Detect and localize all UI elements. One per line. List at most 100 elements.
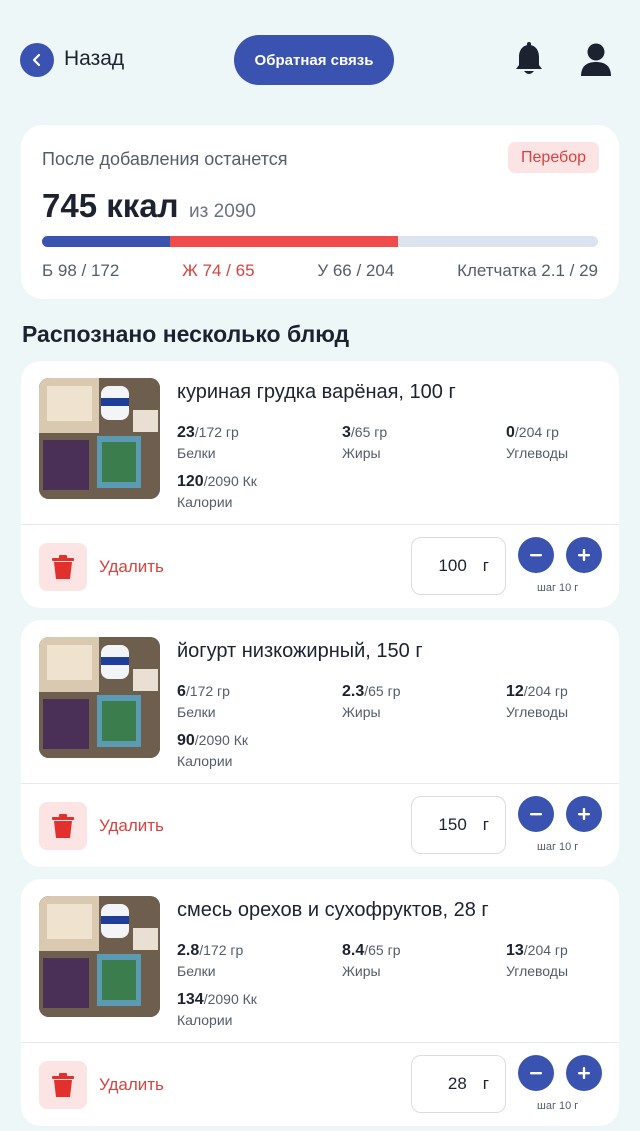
- decrease-button[interactable]: [518, 1055, 554, 1091]
- dish-calories: 90/2090 Кк Калории: [177, 732, 248, 769]
- dish-protein: 2.8/172 гр Белки: [177, 942, 243, 979]
- protein-label: Белки: [177, 445, 216, 461]
- dish-fat: 2.3/65 гр Жиры: [342, 683, 401, 720]
- decrease-button[interactable]: [518, 796, 554, 832]
- delete-label[interactable]: Удалить: [99, 816, 164, 836]
- decrease-button[interactable]: [518, 537, 554, 573]
- protein-label: Белки: [177, 704, 216, 720]
- dish-protein: 23/172 гр Белки: [177, 424, 239, 461]
- quantity-value: 150: [438, 815, 467, 834]
- back-label[interactable]: Назад: [64, 47, 124, 71]
- macro-fiber: Клетчатка 2.1 / 29: [457, 261, 598, 280]
- dish-calories: 120/2090 Кк Калории: [177, 473, 257, 510]
- summary-caption: После добавления останется: [42, 149, 288, 169]
- over-limit-badge: Перебор: [508, 142, 599, 173]
- carbs-goal: /204 гр: [523, 683, 568, 699]
- kcal-goal: /2090 Кк: [194, 732, 249, 748]
- macro-fat: Ж 74 / 65: [182, 261, 255, 280]
- protein-label: Белки: [177, 963, 216, 979]
- header: Назад Обратная связь: [0, 0, 640, 120]
- protein-value: 23: [177, 424, 195, 441]
- protein-goal: /172 гр: [185, 683, 230, 699]
- calories-label: Калории: [177, 494, 233, 510]
- dish-card: смесь орехов и сухофруктов, 28 г 2.8/172…: [21, 879, 619, 1126]
- macro-totals: Б 98 / 172 Ж 74 / 65 У 66 / 204 Клетчатк…: [42, 261, 598, 281]
- dish-photo: [39, 896, 160, 1017]
- user-icon[interactable]: [578, 42, 614, 78]
- calories-label: Калории: [177, 1012, 233, 1028]
- quantity-input[interactable]: 150 г: [411, 796, 506, 854]
- dish-photo: [39, 637, 160, 758]
- fat-goal: /65 гр: [350, 424, 388, 440]
- plus-icon: [578, 549, 590, 561]
- delete-label[interactable]: Удалить: [99, 557, 164, 577]
- trash-icon: [52, 814, 74, 838]
- quantity-input[interactable]: 28 г: [411, 1055, 506, 1113]
- kcal-value: 120: [177, 473, 204, 490]
- dish-carbs: 13/204 гр Углеводы: [506, 942, 568, 979]
- dish-photo: [39, 378, 160, 499]
- fat-label: Жиры: [342, 963, 381, 979]
- carbs-goal: /204 гр: [514, 424, 559, 440]
- fat-value: 3: [342, 424, 351, 441]
- delete-label[interactable]: Удалить: [99, 1075, 164, 1095]
- dish-name: куриная грудка варёная, 100 г: [177, 381, 456, 403]
- carbs-goal: /204 гр: [523, 942, 568, 958]
- protein-value: 2.8: [177, 942, 200, 959]
- kcal-value: 134: [177, 991, 204, 1008]
- dish-fat: 8.4/65 гр Жиры: [342, 942, 401, 979]
- increase-button[interactable]: [566, 796, 602, 832]
- plus-icon: [578, 1067, 590, 1079]
- macro-carbs: У 66 / 204: [317, 261, 395, 280]
- dish-protein: 6/172 гр Белки: [177, 683, 230, 720]
- feedback-button[interactable]: Обратная связь: [234, 35, 394, 85]
- section-title: Распознано несколько блюд: [22, 321, 350, 347]
- bell-icon[interactable]: [512, 42, 546, 78]
- delete-button[interactable]: [39, 802, 87, 850]
- quantity-unit: г: [482, 815, 489, 834]
- dish-name: смесь орехов и сухофруктов, 28 г: [177, 899, 489, 921]
- protein-goal: /172 гр: [199, 942, 244, 958]
- fat-goal: /65 гр: [364, 942, 401, 958]
- dish-carbs: 12/204 гр Углеводы: [506, 683, 568, 720]
- kcal-goal: /2090 Кк: [203, 473, 257, 489]
- dish-calories: 134/2090 Кк Калории: [177, 991, 257, 1028]
- increase-button[interactable]: [566, 537, 602, 573]
- quantity-value: 100: [438, 556, 467, 575]
- kcal-value: 90: [177, 732, 195, 749]
- carbs-label: Углеводы: [506, 704, 569, 720]
- calories-label: Калории: [177, 753, 233, 769]
- dish-carbs: 0/204 гр Углеводы: [506, 424, 568, 461]
- delete-button[interactable]: [39, 543, 87, 591]
- macro-progress-bar: [42, 236, 598, 247]
- carbs-label: Углеводы: [506, 963, 569, 979]
- quantity-unit: г: [482, 556, 489, 575]
- carbs-value: 0: [506, 424, 515, 441]
- carbs-value: 13: [506, 942, 524, 959]
- dish-name: йогурт низкожирный, 150 г: [177, 640, 423, 662]
- divider: [21, 1042, 619, 1043]
- dish-card: йогурт низкожирный, 150 г 6/172 гр Белки…: [21, 620, 619, 867]
- divider: [21, 783, 619, 784]
- divider: [21, 524, 619, 525]
- quantity-unit: г: [482, 1074, 489, 1093]
- quantity-input[interactable]: 100 г: [411, 537, 506, 595]
- fat-value: 8.4: [342, 942, 365, 959]
- step-label: шаг 10 г: [537, 841, 579, 853]
- dish-fat: 3/65 гр Жиры: [342, 424, 387, 461]
- increase-button[interactable]: [566, 1055, 602, 1091]
- protein-value: 6: [177, 683, 186, 700]
- progress-fat-segment: [169, 236, 398, 247]
- carbs-value: 12: [506, 683, 524, 700]
- calorie-summary-card: После добавления останется Перебор 745 к…: [21, 125, 619, 299]
- carbs-label: Углеводы: [506, 445, 569, 461]
- back-button[interactable]: [20, 43, 54, 77]
- fat-value: 2.3: [342, 683, 365, 700]
- step-label: шаг 10 г: [537, 1100, 579, 1112]
- delete-button[interactable]: [39, 1061, 87, 1109]
- chevron-left-icon: [32, 53, 41, 67]
- kcal-value: 745 ккал: [42, 187, 179, 224]
- plus-icon: [578, 808, 590, 820]
- dish-card: куриная грудка варёная, 100 г 23/172 гр …: [21, 361, 619, 608]
- kcal-goal: /2090 Кк: [203, 991, 257, 1007]
